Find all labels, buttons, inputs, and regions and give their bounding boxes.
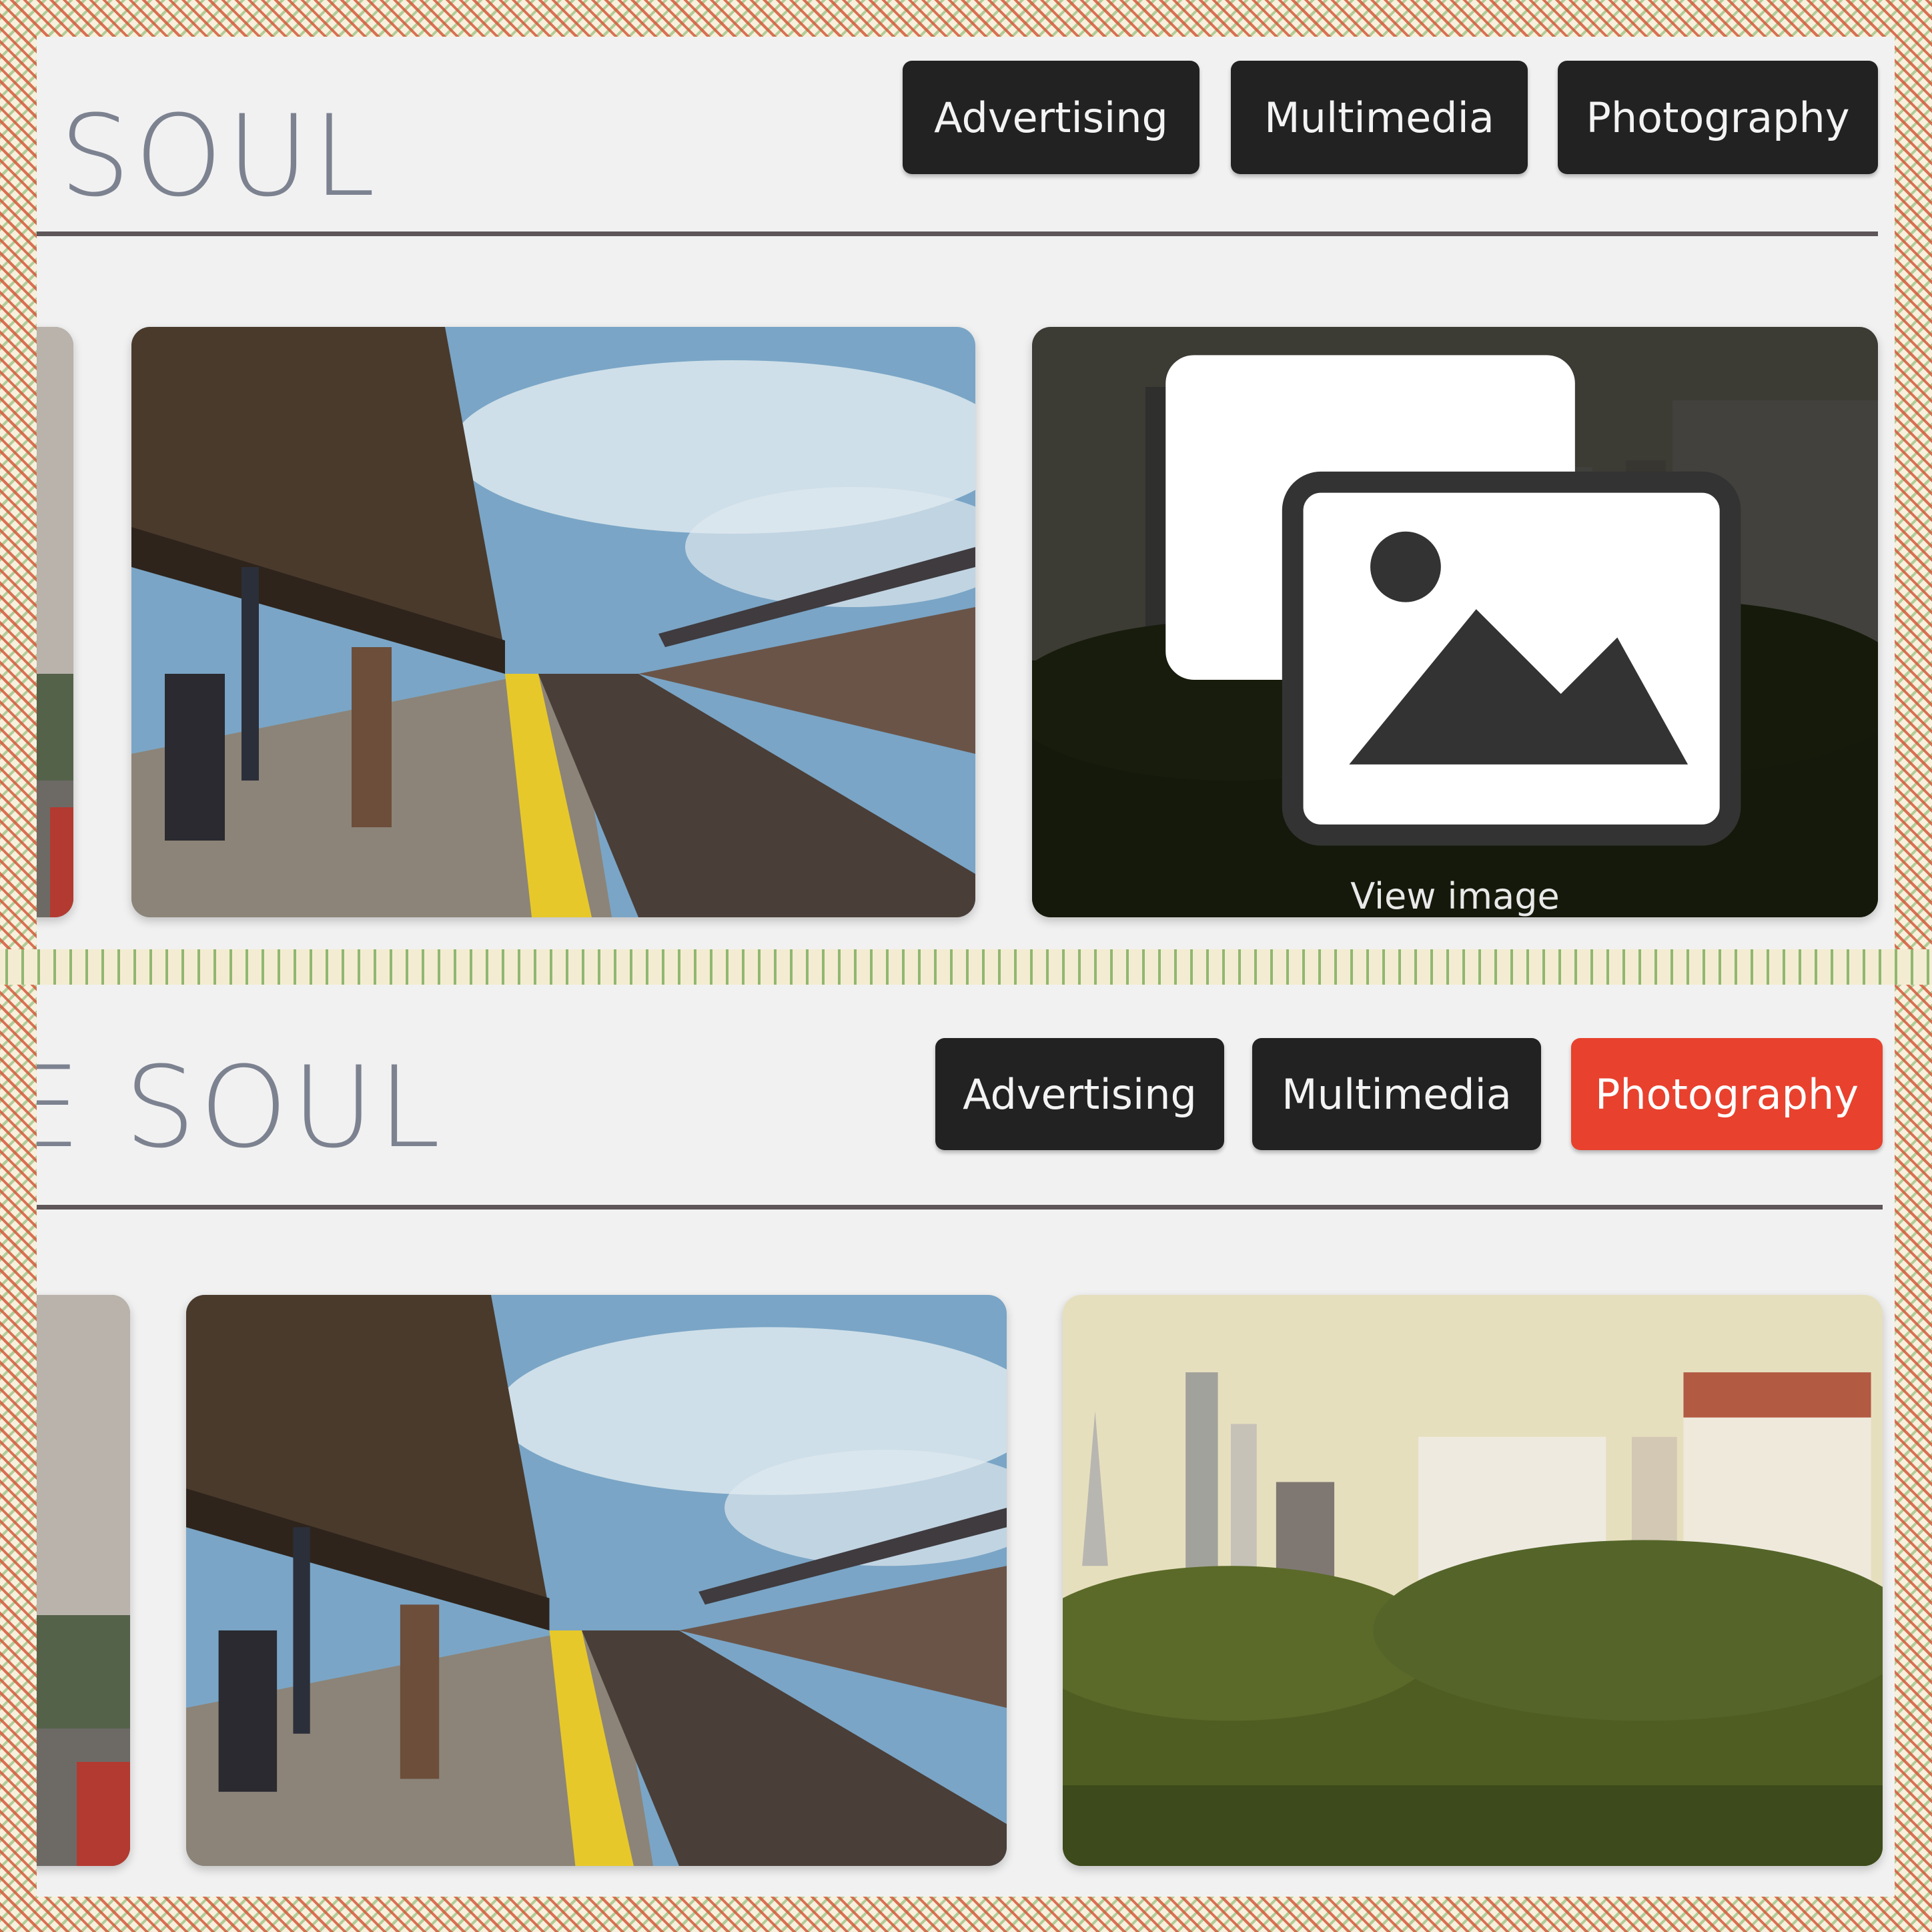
site-logo[interactable]: E SOUL (37, 1051, 444, 1163)
view-image-overlay[interactable]: View image (1032, 327, 1878, 917)
nav-advertising-button[interactable]: Advertising (903, 61, 1199, 174)
decorative-border (0, 949, 1932, 985)
nav-advertising-button[interactable]: Advertising (935, 1038, 1224, 1150)
nav-multimedia-button[interactable]: Multimedia (1252, 1038, 1541, 1150)
nav-photography-button[interactable]: Photography (1571, 1038, 1883, 1150)
train-platform-photo (131, 327, 975, 917)
train-platform-photo (186, 1295, 1007, 1866)
site-logo[interactable]: SOUL (59, 100, 379, 212)
nav-multimedia-button[interactable]: Multimedia (1231, 61, 1528, 174)
gallery-thumb-platform[interactable] (186, 1295, 1007, 1866)
storm-photo (37, 327, 73, 917)
header-divider (37, 231, 1878, 236)
city-skyline-photo (1063, 1295, 1883, 1866)
gallery-thumb-partial[interactable] (37, 1295, 130, 1866)
gallery-thumb-partial[interactable] (37, 327, 73, 917)
header-divider (37, 1205, 1883, 1210)
gallery-thumb-city-hover[interactable]: View image (1032, 327, 1878, 917)
gallery-thumb-city[interactable] (1063, 1295, 1883, 1866)
images-icon (1165, 355, 1741, 846)
screenshot-top: SOUL Advertising Multimedia Photography (37, 37, 1895, 949)
storm-photo (37, 1295, 130, 1866)
screenshot-bottom: E SOUL Advertising Multimedia Photograph… (37, 985, 1895, 1897)
nav-photography-button[interactable]: Photography (1558, 61, 1878, 174)
view-image-label: View image (1350, 875, 1560, 917)
gallery-thumb-platform[interactable] (131, 327, 975, 917)
